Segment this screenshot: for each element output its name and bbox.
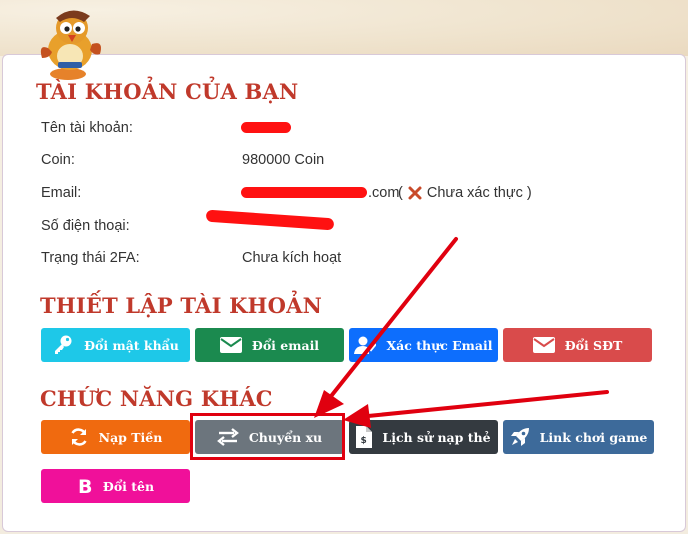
refresh-icon — [71, 428, 87, 446]
key-icon — [55, 335, 72, 354]
change-password-label: Đổi mật khẩu — [84, 337, 179, 353]
card-history-label: Lịch sử nạp thẻ — [382, 429, 491, 445]
redaction-mark — [241, 122, 291, 133]
bold-b-icon: B — [78, 476, 92, 496]
change-phone-button[interactable]: Đổi SĐT — [503, 328, 652, 362]
email-value: .com — [368, 185, 400, 201]
cross-mark-icon — [408, 186, 422, 200]
change-email-button[interactable]: Đổi email — [195, 328, 344, 362]
card-history-button[interactable]: $ Lịch sử nạp thẻ — [349, 420, 498, 454]
rename-label: Đổi tên — [102, 478, 155, 494]
redaction-mark — [241, 187, 367, 198]
2fa-value: Chưa kích hoạt — [242, 250, 342, 266]
rename-button[interactable]: B Đổi tên — [41, 469, 190, 503]
paren-close: ) — [526, 185, 532, 201]
invoice-icon: $ — [356, 426, 373, 448]
game-link-label: Link chơi game — [539, 429, 648, 445]
account-section-title: TÀI KHOẢN CỦA BẠN — [36, 79, 299, 104]
highlight-box — [190, 413, 345, 460]
user-check-icon — [354, 336, 377, 354]
change-email-label: Đổi email — [251, 337, 320, 353]
top-up-button[interactable]: Nạp Tiền — [41, 420, 190, 454]
envelope-icon — [219, 337, 242, 353]
rocket-icon — [510, 428, 529, 446]
change-phone-label: Đổi SĐT — [564, 337, 623, 353]
envelope-icon — [532, 337, 555, 353]
other-section-title: CHỨC NĂNG KHÁC — [40, 386, 273, 411]
svg-text:$: $ — [361, 436, 367, 446]
2fa-label: Trạng thái 2FA: — [41, 250, 140, 266]
mascot-bird-logo — [40, 10, 101, 80]
verify-email-button[interactable]: Xác thực Email — [349, 328, 498, 362]
email-status-text: Chưa xác thực — [426, 185, 523, 201]
top-up-label: Nạp Tiền — [98, 429, 163, 445]
paren-open: ( — [398, 185, 403, 201]
verify-email-label: Xác thực Email — [386, 337, 493, 353]
email-label: Email: — [41, 185, 82, 201]
email-status: ( Chưa xác thực) — [398, 185, 532, 201]
coin-value: 980000 Coin — [242, 152, 325, 168]
svg-text:B: B — [78, 476, 92, 496]
game-link-button[interactable]: Link chơi game — [503, 420, 654, 454]
settings-section-title: THIẾT LẬP TÀI KHOẢN — [40, 293, 322, 318]
phone-label: Số điện thoại: — [41, 218, 130, 234]
username-label: Tên tài khoản: — [41, 120, 133, 136]
coin-label: Coin: — [41, 152, 75, 168]
change-password-button[interactable]: Đổi mật khẩu — [41, 328, 190, 362]
